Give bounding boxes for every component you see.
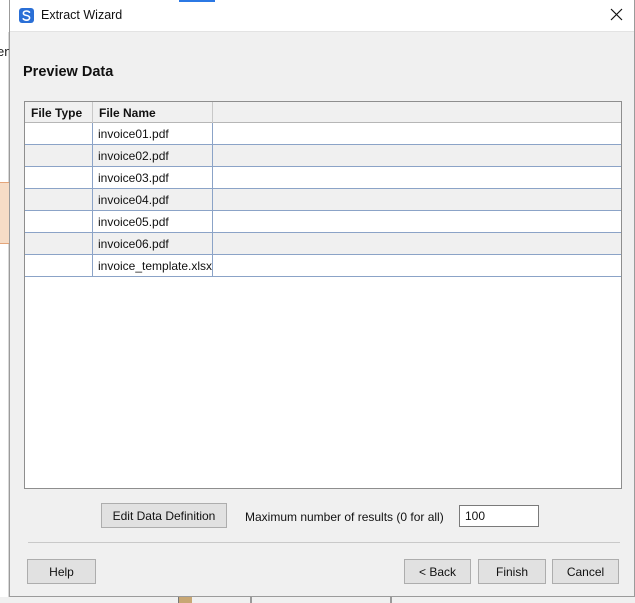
table-row[interactable]: invoice06.pdf [25,233,621,255]
background-highlight [0,182,9,244]
column-header-file-name[interactable]: File Name [93,102,213,123]
back-button[interactable]: < Back [404,559,471,584]
cell-file-type [25,167,93,188]
table-row[interactable]: invoice04.pdf [25,189,621,211]
cell-file-type [25,233,93,254]
cell-file-type [25,211,93,232]
cell-filler [213,145,621,166]
app-s-icon [19,8,34,23]
cell-file-type [25,145,93,166]
cell-file-name: invoice05.pdf [93,211,213,232]
cell-file-name: invoice01.pdf [93,123,213,144]
max-results-label: Maximum number of results (0 for all) [245,510,444,524]
table-row[interactable]: invoice02.pdf [25,145,621,167]
background-divider [250,597,252,603]
title-bar[interactable]: Extract Wizard [10,0,634,32]
table-row[interactable]: invoice03.pdf [25,167,621,189]
background-window-bottom [0,597,635,603]
table-row[interactable]: invoice05.pdf [25,211,621,233]
cell-filler [213,255,621,276]
background-divider [390,597,392,603]
cancel-button[interactable]: Cancel [552,559,619,584]
close-button[interactable] [600,0,634,31]
extract-wizard-dialog: Extract Wizard Preview Data File Type Fi… [9,0,635,597]
cell-filler [213,211,621,232]
column-header-filler [213,102,621,123]
cell-filler [213,189,621,210]
window-title: Extract Wizard [41,8,123,22]
cell-file-name: invoice04.pdf [93,189,213,210]
cell-filler [213,123,621,144]
finish-button[interactable]: Finish [478,559,546,584]
cell-file-name: invoice_template.xlsx [93,255,213,276]
cell-file-name: invoice02.pdf [93,145,213,166]
background-element [178,597,192,603]
edit-data-definition-button[interactable]: Edit Data Definition [101,503,227,528]
footer-divider [28,542,620,543]
cell-file-type [25,255,93,276]
page-title: Preview Data [23,64,114,80]
cell-filler [213,233,621,254]
cell-file-type [25,189,93,210]
table-row[interactable]: invoice_template.xlsx [25,255,621,277]
cell-file-name: invoice03.pdf [93,167,213,188]
preview-data-grid[interactable]: File Type File Name invoice01.pdf invoic… [24,101,622,489]
column-header-file-type[interactable]: File Type [25,102,93,123]
cell-filler [213,167,621,188]
table-row[interactable]: invoice01.pdf [25,123,621,145]
cell-file-name: invoice06.pdf [93,233,213,254]
grid-header: File Type File Name [25,102,621,123]
max-results-input[interactable]: 100 [459,505,539,527]
title-bar-accent [179,0,215,2]
cell-file-type [25,123,93,144]
help-button[interactable]: Help [27,559,96,584]
background-window-edge: en [0,32,11,603]
close-icon [610,8,623,21]
